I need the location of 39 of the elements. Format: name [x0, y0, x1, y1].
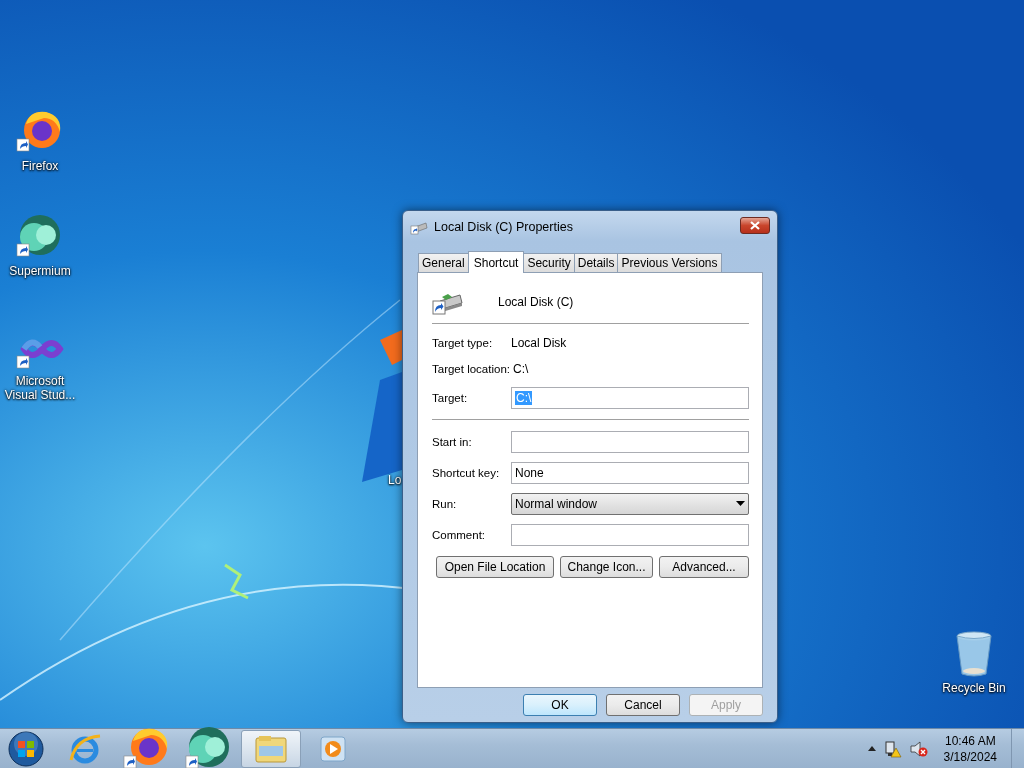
action-button[interactable]: Change Icon... [560, 556, 653, 578]
dialog-button[interactable]: Cancel [606, 694, 680, 716]
field-label: Shortcut key: [432, 466, 501, 479]
field-value: C:\ [513, 362, 529, 376]
field-value: Local Disk [511, 336, 567, 350]
field-label: Target: [432, 391, 469, 404]
clock-date[interactable]: 3/18/2024 [943, 748, 997, 765]
desktop-icon-label[interactable]: Firefox [21, 159, 59, 173]
field-label: Target location: [432, 363, 510, 375]
tab[interactable]: Previous Versions [617, 253, 722, 272]
dropdown-arrow-icon [736, 501, 745, 506]
tab[interactable]: Shortcut [467, 251, 525, 273]
clock-time[interactable]: 10:46 AM [944, 732, 996, 749]
close-icon [750, 220, 760, 230]
run-dropdown[interactable]: Normal window [511, 492, 749, 515]
recycle-bin-icon[interactable] [954, 630, 994, 678]
dialog-button[interactable]: OK [523, 694, 597, 716]
show-hidden-icons-icon[interactable] [867, 746, 876, 751]
text-field[interactable]: None [511, 461, 749, 484]
field-label: Run: [432, 497, 458, 510]
desktop-icon-label[interactable]: Recycle Bin [942, 681, 1006, 695]
speaker-muted-icon[interactable] [909, 739, 928, 758]
drive-shortcut-icon [410, 219, 428, 235]
start-button[interactable] [7, 729, 45, 768]
text-field[interactable] [511, 523, 749, 546]
action-button[interactable]: Advanced... [659, 556, 749, 578]
field-label: Comment: [432, 528, 487, 541]
field-label: Target type: [432, 337, 494, 349]
shortcut-name: Local Disk (C) [498, 295, 574, 309]
window-title: Local Disk (C) Properties [434, 220, 574, 234]
tab[interactable]: Security [523, 253, 575, 272]
network-warning-icon[interactable] [883, 739, 902, 758]
tab[interactable]: Details [573, 253, 619, 272]
tab[interactable]: General [418, 253, 469, 272]
close-button[interactable] [740, 216, 770, 234]
desktop-icon-label[interactable]: Supermium [9, 264, 71, 278]
text-field[interactable] [511, 430, 749, 453]
action-button[interactable]: Open File Location [436, 556, 554, 578]
field-label: Start in: [432, 435, 473, 448]
